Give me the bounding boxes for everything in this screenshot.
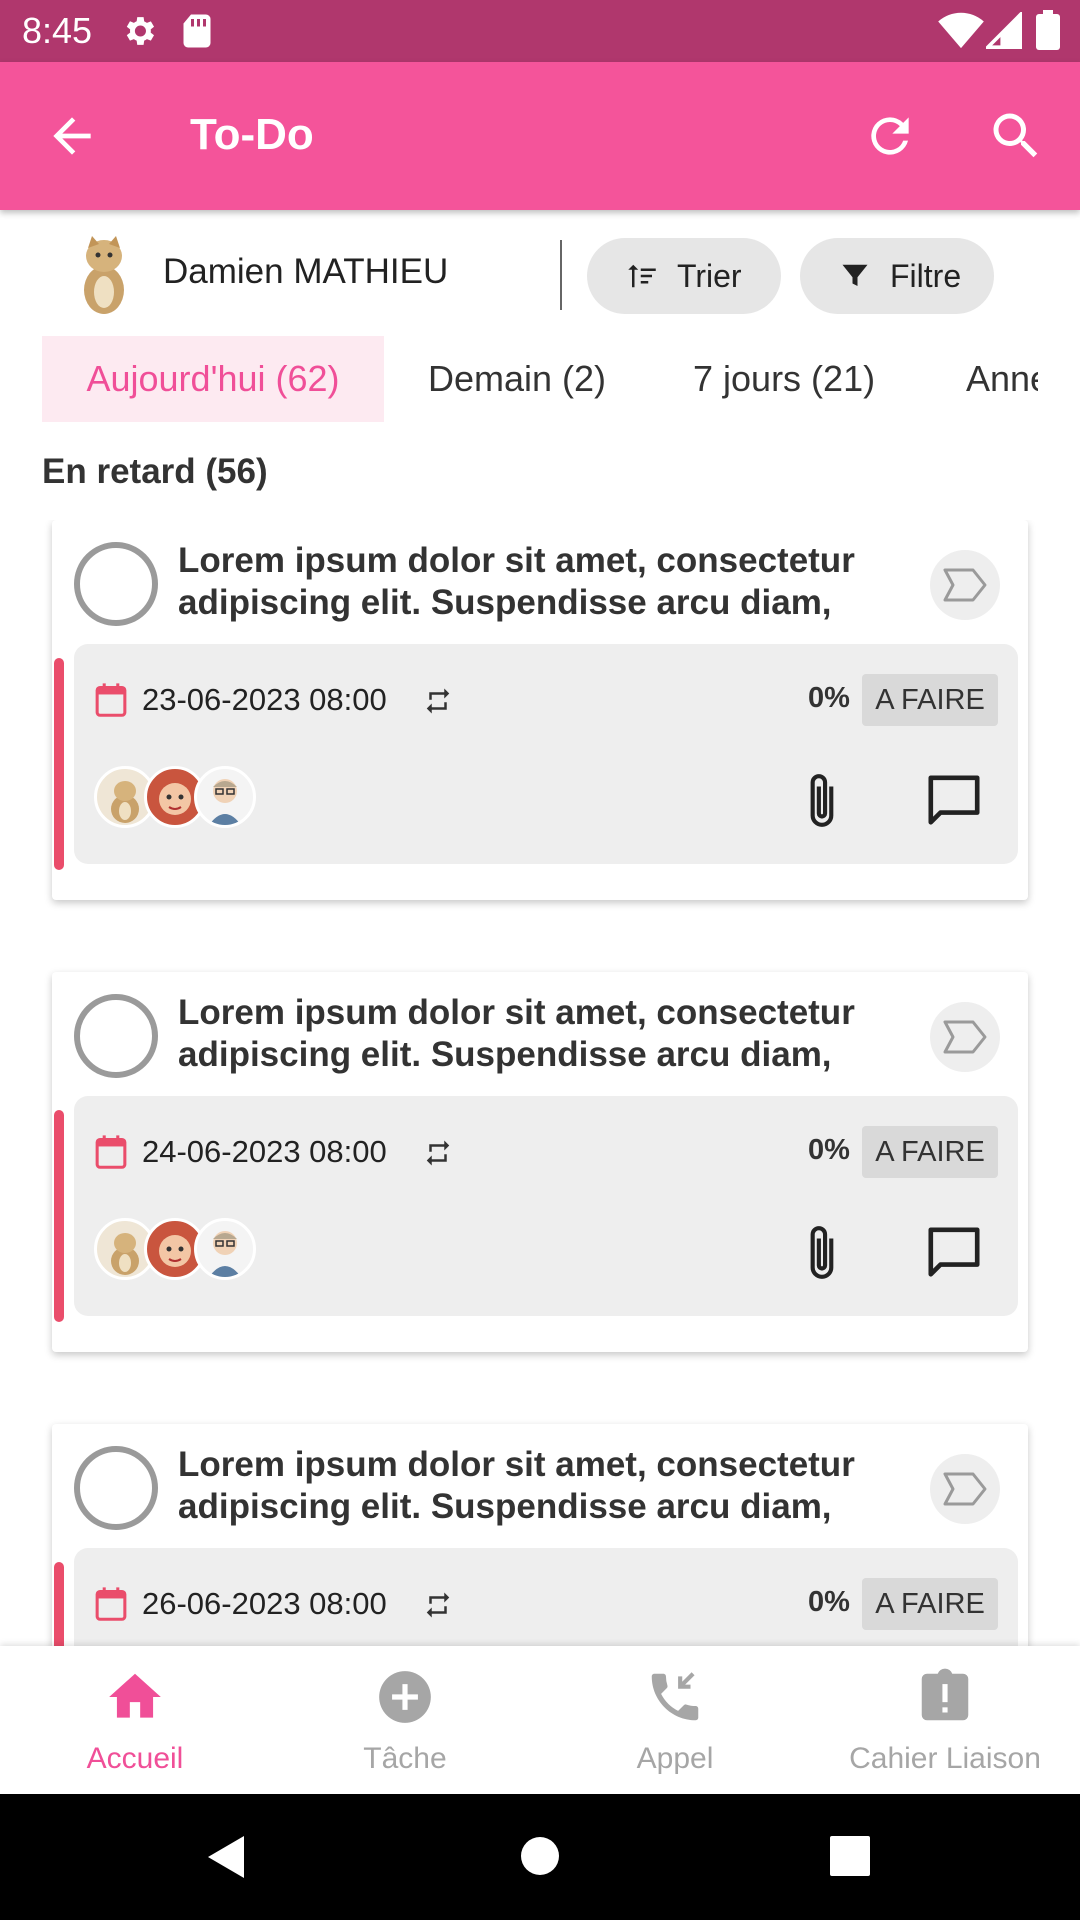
label-icon bbox=[943, 1472, 987, 1506]
task-card[interactable]: Lorem ipsum dolor sit amet, consectetur … bbox=[52, 972, 1028, 1352]
avatar bbox=[194, 1218, 256, 1280]
nav-home[interactable]: Accueil bbox=[0, 1646, 270, 1794]
repeat-icon bbox=[426, 688, 450, 714]
sort-icon bbox=[628, 264, 656, 288]
attachment-icon[interactable] bbox=[798, 770, 848, 832]
wifi-icon bbox=[938, 12, 984, 49]
user-avatar[interactable] bbox=[70, 228, 138, 316]
sd-card-icon bbox=[183, 14, 211, 48]
task-title: Lorem ipsum dolor sit amet, consectetur … bbox=[178, 541, 855, 622]
battery-icon bbox=[1036, 10, 1060, 50]
task-title: Lorem ipsum dolor sit amet, consectetur … bbox=[178, 993, 855, 1074]
nav-task[interactable]: Tâche bbox=[270, 1646, 540, 1794]
tag-button[interactable] bbox=[930, 1002, 1000, 1072]
task-checkbox[interactable] bbox=[74, 542, 158, 626]
task-progress: 0% bbox=[808, 1586, 850, 1618]
task-details: 26-06-2023 08:00 0% A FAIRE bbox=[74, 1548, 1018, 1646]
bottom-navigation: Accueil Tâche Appel Cahier Liaison bbox=[0, 1646, 1080, 1794]
status-time: 8:45 bbox=[22, 10, 93, 51]
assignees[interactable] bbox=[94, 766, 264, 830]
task-progress: 0% bbox=[808, 1134, 850, 1166]
task-list[interactable]: Lorem ipsum dolor sit amet, consectetur … bbox=[0, 520, 1080, 1646]
overdue-indicator bbox=[54, 1562, 64, 1646]
task-card[interactable]: Lorem ipsum dolor sit amet, consectetur … bbox=[52, 1424, 1028, 1646]
filter-icon bbox=[842, 264, 868, 286]
avatar bbox=[194, 766, 256, 828]
calendar-icon bbox=[95, 1135, 127, 1169]
comment-icon[interactable] bbox=[924, 1224, 984, 1282]
repeat-icon bbox=[426, 1592, 450, 1618]
task-card[interactable]: Lorem ipsum dolor sit amet, consectetur … bbox=[52, 520, 1028, 900]
nav-liaison[interactable]: Cahier Liaison bbox=[810, 1646, 1080, 1794]
label-icon bbox=[943, 568, 987, 602]
date-tabs: Aujourd'hui (62) Demain (2) 7 jours (21)… bbox=[42, 336, 1038, 422]
status-badge: A FAIRE bbox=[862, 1578, 998, 1630]
filter-label: Filtre bbox=[890, 257, 962, 294]
app-bar: To-Do bbox=[0, 62, 1080, 210]
nav-call[interactable]: Appel bbox=[540, 1646, 810, 1794]
filter-button[interactable]: Filtre bbox=[800, 238, 994, 314]
sort-label: Trier bbox=[677, 257, 742, 294]
task-date: 26-06-2023 08:00 bbox=[142, 1586, 387, 1621]
task-checkbox[interactable] bbox=[74, 994, 158, 1078]
nav-home-label: Accueil bbox=[86, 1742, 184, 1775]
sort-button[interactable]: Trier bbox=[587, 238, 781, 314]
assignees[interactable] bbox=[94, 1218, 264, 1282]
signal-icon bbox=[986, 12, 1022, 49]
nav-task-label: Tâche bbox=[363, 1742, 447, 1775]
status-badge: A FAIRE bbox=[862, 674, 998, 726]
refresh-icon[interactable] bbox=[862, 108, 918, 164]
clipboard-alert-icon bbox=[921, 1668, 969, 1721]
tag-button[interactable] bbox=[930, 550, 1000, 620]
calendar-icon bbox=[95, 683, 127, 717]
task-details: 24-06-2023 08:00 0% A FAIRE bbox=[74, 1096, 1018, 1316]
task-progress: 0% bbox=[808, 682, 850, 714]
phone-incoming-icon bbox=[651, 1672, 699, 1721]
task-date: 23-06-2023 08:00 bbox=[142, 682, 387, 717]
task-title: Lorem ipsum dolor sit amet, consectetur … bbox=[178, 1445, 855, 1526]
section-title: En retard (56) bbox=[42, 452, 268, 491]
tab-tomorrow[interactable]: Demain (2) bbox=[428, 336, 606, 422]
nav-call-label: Appel bbox=[636, 1742, 714, 1775]
system-recents-icon[interactable] bbox=[830, 1836, 870, 1876]
task-date: 24-06-2023 08:00 bbox=[142, 1134, 387, 1169]
add-circle-icon bbox=[379, 1671, 431, 1723]
status-bar: 8:45 bbox=[0, 0, 1080, 62]
nav-liaison-label: Cahier Liaison bbox=[849, 1742, 1041, 1775]
back-arrow-icon[interactable] bbox=[44, 108, 100, 164]
page-title: To-Do bbox=[190, 110, 314, 159]
tab-7-days[interactable]: 7 jours (21) bbox=[693, 336, 875, 422]
system-navigation-bar bbox=[0, 1794, 1080, 1920]
repeat-icon bbox=[426, 1140, 450, 1166]
attachment-icon[interactable] bbox=[798, 1222, 848, 1284]
system-home-icon[interactable] bbox=[520, 1836, 560, 1876]
gear-icon bbox=[126, 17, 155, 45]
label-icon bbox=[943, 1020, 987, 1054]
tab-year[interactable]: Anne bbox=[966, 336, 1038, 422]
system-back-icon[interactable] bbox=[204, 1834, 248, 1880]
home-icon bbox=[109, 1673, 161, 1718]
overdue-indicator bbox=[54, 658, 64, 870]
user-name[interactable]: Damien MATHIEU bbox=[163, 252, 448, 292]
search-icon[interactable] bbox=[986, 106, 1046, 166]
tag-button[interactable] bbox=[930, 1454, 1000, 1524]
calendar-icon bbox=[95, 1587, 127, 1621]
divider bbox=[560, 240, 562, 310]
comment-icon[interactable] bbox=[924, 772, 984, 830]
status-badge: A FAIRE bbox=[862, 1126, 998, 1178]
task-details: 23-06-2023 08:00 0% A FAIRE bbox=[74, 644, 1018, 864]
tab-today[interactable]: Aujourd'hui (62) bbox=[42, 336, 384, 422]
overdue-indicator bbox=[54, 1110, 64, 1322]
task-checkbox[interactable] bbox=[74, 1446, 158, 1530]
